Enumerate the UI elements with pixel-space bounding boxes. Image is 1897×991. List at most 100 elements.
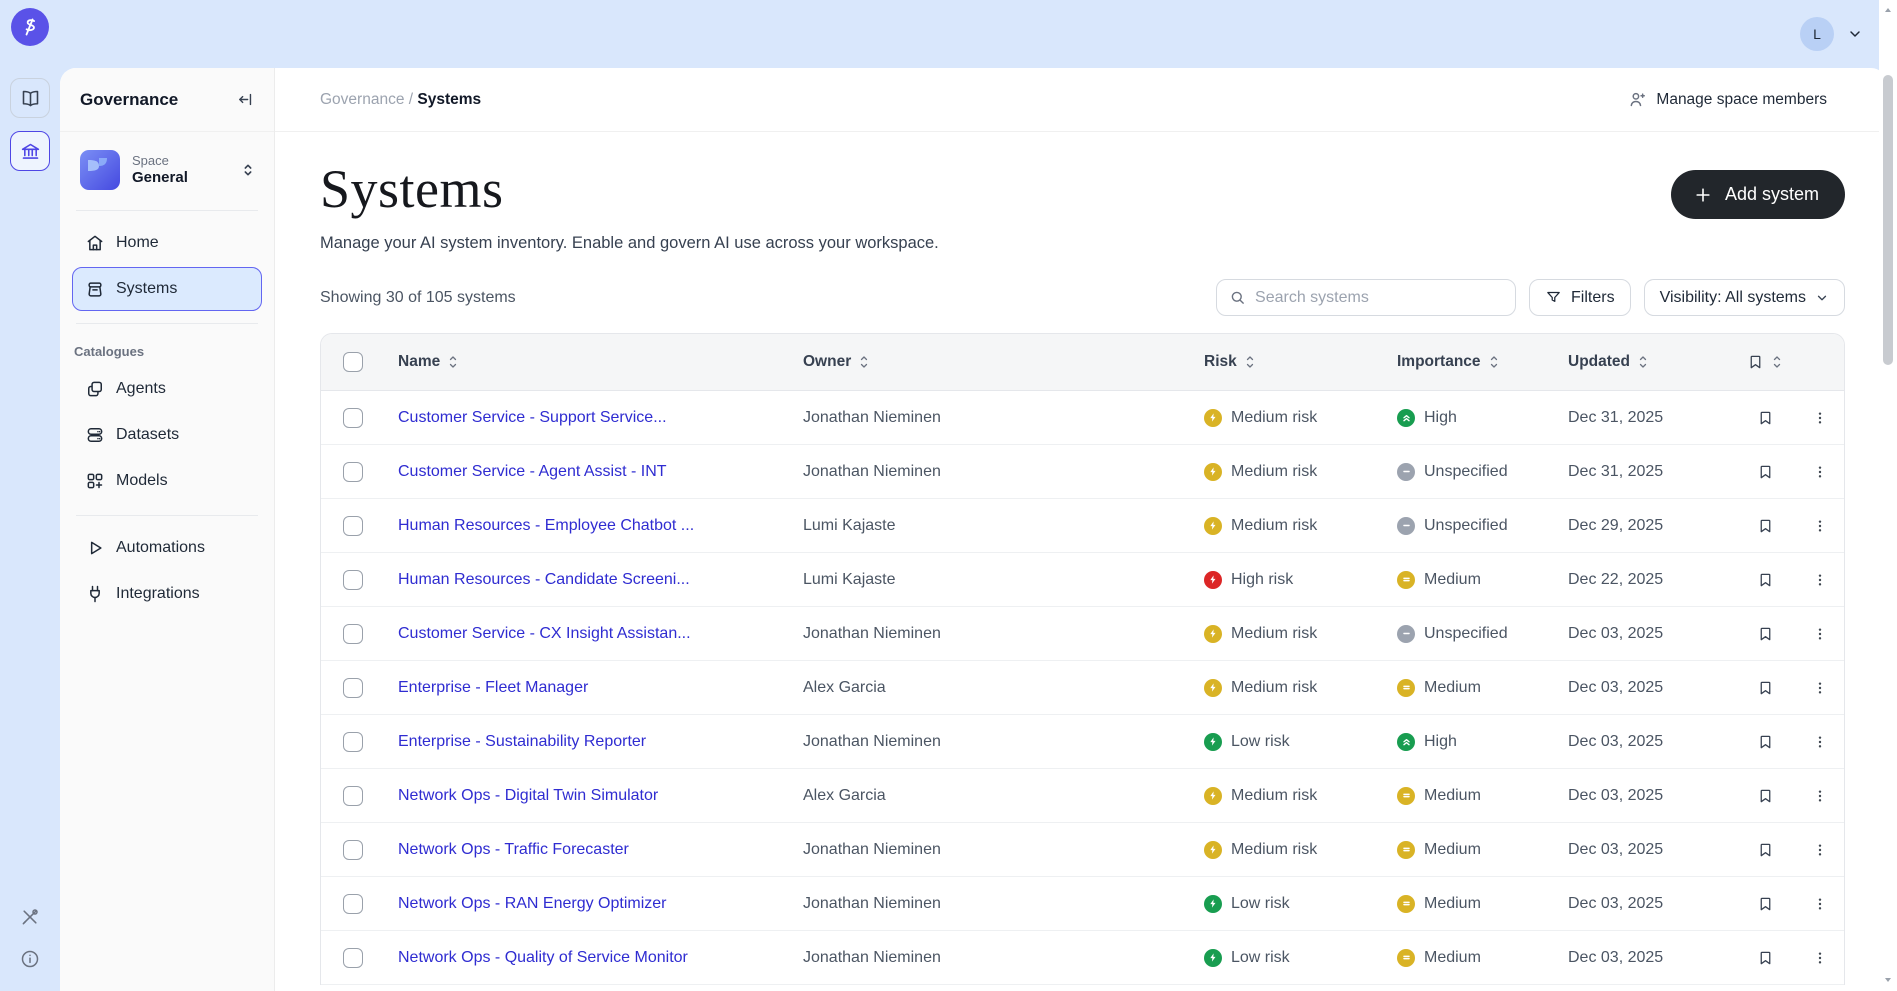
bookmark-button[interactable] (1753, 729, 1778, 755)
breadcrumb-parent[interactable]: Governance (320, 91, 404, 108)
row-actions-button[interactable] (1808, 729, 1832, 755)
importance-unspecified-icon (1397, 516, 1415, 535)
bookmark-button[interactable] (1753, 783, 1778, 809)
system-name-link[interactable]: Customer Service - CX Insight Assistan..… (398, 625, 803, 643)
row-checkbox[interactable] (343, 461, 363, 482)
column-header-name[interactable]: Name (398, 353, 803, 371)
updated-cell: Dec 03, 2025 (1568, 894, 1664, 912)
system-name-link[interactable]: Network Ops - RAN Energy Optimizer (398, 895, 803, 913)
row-actions-button[interactable] (1808, 621, 1832, 647)
bookmark-button[interactable] (1753, 837, 1778, 863)
row-checkbox[interactable] (343, 569, 363, 590)
space-switcher[interactable]: Space General (60, 132, 274, 206)
system-name-link[interactable]: Human Resources - Employee Chatbot ... (398, 517, 803, 535)
select-all-checkbox[interactable] (343, 352, 363, 372)
row-actions-button[interactable] (1808, 459, 1832, 485)
sidebar-item-agents[interactable]: Agents (72, 367, 262, 411)
row-actions-button[interactable] (1808, 405, 1832, 431)
account-menu-chevron-down-icon[interactable] (1845, 24, 1865, 44)
row-checkbox[interactable] (343, 731, 363, 752)
page-scrollbar[interactable] (1879, 0, 1897, 991)
visibility-select[interactable]: Visibility: All systems (1643, 279, 1845, 316)
column-header-updated[interactable]: Updated (1568, 353, 1735, 371)
sidebar-item-home[interactable]: Home (72, 221, 262, 265)
bookmark-button[interactable] (1753, 675, 1778, 701)
collapse-sidebar-icon[interactable] (235, 89, 256, 110)
governance-button[interactable] (10, 131, 50, 171)
user-avatar[interactable]: L (1800, 17, 1834, 51)
add-system-button[interactable]: Add system (1670, 170, 1845, 219)
space-switcher-chevrons-icon[interactable] (238, 160, 258, 180)
row-checkbox[interactable] (343, 947, 363, 968)
row-checkbox[interactable] (343, 677, 363, 698)
bookmark-icon (1757, 733, 1774, 751)
row-actions-button[interactable] (1808, 783, 1832, 809)
system-name-link[interactable]: Enterprise - Fleet Manager (398, 679, 803, 697)
system-name-link[interactable]: Network Ops - Digital Twin Simulator (398, 787, 803, 805)
system-name-link[interactable]: Human Resources - Candidate Screeni... (398, 571, 803, 589)
integrations-icon (85, 584, 105, 604)
row-actions-button[interactable] (1808, 945, 1832, 971)
content-area: Governance / Systems Manage space member… (275, 68, 1887, 991)
sidebar-item-integrations[interactable]: Integrations (72, 572, 262, 616)
automations-icon (85, 538, 105, 558)
sort-icon[interactable] (1488, 355, 1500, 369)
scroll-down-arrow-icon[interactable] (1882, 974, 1894, 986)
sort-icon[interactable] (1771, 355, 1783, 369)
sidebar-item-automations[interactable]: Automations (72, 526, 262, 570)
row-checkbox[interactable] (343, 407, 363, 428)
sidebar-item-systems[interactable]: Systems (72, 267, 262, 311)
bookmark-button[interactable] (1753, 405, 1778, 431)
row-checkbox[interactable] (343, 515, 363, 536)
search-input[interactable] (1255, 288, 1504, 307)
bookmark-icon (1747, 353, 1764, 371)
row-actions-button[interactable] (1808, 891, 1832, 917)
system-name-link[interactable]: Network Ops - Quality of Service Monitor (398, 949, 803, 967)
sort-icon[interactable] (1244, 355, 1256, 369)
risk-medium-bolt-icon (1204, 678, 1222, 697)
row-checkbox[interactable] (343, 785, 363, 806)
tools-icon[interactable] (20, 907, 40, 927)
docs-button[interactable] (10, 78, 50, 118)
system-name-link[interactable]: Customer Service - Agent Assist - INT (398, 463, 803, 481)
sidebar: Governance Space General Home Systems Ca… (60, 68, 275, 991)
scroll-up-arrow-icon[interactable] (1882, 4, 1894, 16)
risk-badge: Medium risk (1204, 462, 1397, 481)
scrollbar-thumb[interactable] (1883, 75, 1893, 365)
row-actions-button[interactable] (1808, 837, 1832, 863)
sort-icon[interactable] (858, 355, 870, 369)
info-icon[interactable] (20, 949, 40, 969)
row-actions-button[interactable] (1808, 567, 1832, 593)
top-strip: L (60, 0, 1897, 68)
bookmark-icon (1757, 949, 1774, 967)
system-name-link[interactable]: Enterprise - Sustainability Reporter (398, 733, 803, 751)
kebab-menu-icon (1812, 895, 1828, 913)
row-actions-button[interactable] (1808, 513, 1832, 539)
system-name-link[interactable]: Customer Service - Support Service... (398, 409, 803, 427)
bookmark-button[interactable] (1753, 459, 1778, 485)
sidebar-item-datasets[interactable]: Datasets (72, 413, 262, 457)
sidebar-item-models[interactable]: Models (72, 459, 262, 503)
system-name-link[interactable]: Network Ops - Traffic Forecaster (398, 841, 803, 859)
bookmark-button[interactable] (1753, 945, 1778, 971)
bookmark-button[interactable] (1753, 891, 1778, 917)
row-checkbox[interactable] (343, 623, 363, 644)
filters-button[interactable]: Filters (1529, 279, 1631, 316)
row-actions-button[interactable] (1808, 675, 1832, 701)
bookmark-button[interactable] (1753, 567, 1778, 593)
table-row: Customer Service - CX Insight Assistan..… (321, 607, 1844, 661)
column-header-importance[interactable]: Importance (1397, 353, 1568, 371)
row-checkbox[interactable] (343, 893, 363, 914)
sort-icon[interactable] (447, 355, 459, 369)
brand-logo[interactable] (11, 8, 49, 46)
row-checkbox[interactable] (343, 839, 363, 860)
column-header-owner[interactable]: Owner (803, 353, 1204, 371)
risk-medium-bolt-icon (1204, 786, 1222, 805)
bookmark-button[interactable] (1753, 513, 1778, 539)
column-header-risk[interactable]: Risk (1204, 353, 1397, 371)
column-header-bookmark[interactable] (1735, 353, 1795, 371)
manage-space-members-button[interactable]: Manage space members (1628, 90, 1827, 109)
importance-unspecified-icon (1397, 462, 1415, 481)
bookmark-button[interactable] (1753, 621, 1778, 647)
sort-icon[interactable] (1637, 355, 1649, 369)
